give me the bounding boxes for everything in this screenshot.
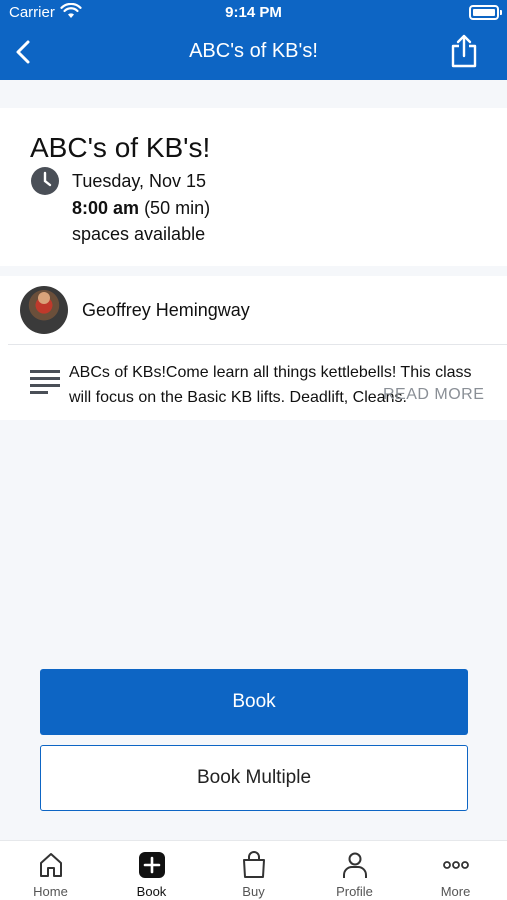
share-icon[interactable]	[449, 34, 479, 68]
battery-icon	[469, 5, 502, 20]
class-duration: (50 min)	[144, 198, 211, 218]
tab-profile-label: Profile	[336, 884, 373, 899]
tab-more-label: More	[440, 884, 471, 899]
status-time: 9:14 PM	[225, 4, 282, 21]
tab-book[interactable]: Book	[101, 841, 202, 900]
book-multiple-button[interactable]: Book Multiple	[40, 745, 468, 811]
class-name: ABC's of KB's!	[30, 132, 211, 163]
read-more-link[interactable]: READ MORE	[383, 386, 484, 404]
page-title: ABC's of KB's!	[189, 40, 318, 62]
tab-home[interactable]: Home	[0, 841, 101, 900]
tab-buy-label: Buy	[242, 884, 265, 899]
tab-book-label: Book	[136, 884, 167, 899]
shopping-bag-icon	[242, 851, 265, 878]
tab-profile[interactable]: Profile	[304, 841, 405, 900]
tab-more[interactable]: More	[405, 841, 506, 900]
plus-square-icon	[138, 852, 165, 878]
class-date: Tuesday, Nov 15	[72, 171, 207, 191]
instructor-description-card: Geoffrey Hemingway ABCs of KBs!Come lear…	[0, 276, 507, 420]
status-bar: Carrier 9:14 PM	[0, 0, 507, 26]
clock-icon	[31, 167, 59, 195]
class-time: 8:00 am (50 min)	[72, 198, 210, 219]
navigation-bar: ABC's of KB's!	[0, 26, 507, 80]
book-button[interactable]: Book	[40, 669, 468, 735]
tab-buy[interactable]: Buy	[203, 841, 304, 900]
class-start-time: 8:00 am	[72, 198, 140, 218]
instructor-name[interactable]: Geoffrey Hemingway	[82, 300, 250, 321]
tab-home-label: Home	[33, 884, 68, 899]
more-dots-icon	[442, 861, 469, 869]
tab-bar: Home Book Buy Profile More	[0, 840, 507, 900]
top-bar: Carrier 9:14 PM ABC's of KB's!	[0, 0, 507, 80]
person-icon	[342, 852, 367, 878]
class-info-card: ABC's of KB's! Tuesday, Nov 15 8:00 am (…	[0, 108, 507, 266]
class-availability: spaces available	[72, 224, 206, 244]
divider	[8, 344, 507, 345]
home-icon	[39, 853, 62, 877]
instructor-avatar[interactable]	[20, 286, 68, 334]
description-lines-icon	[30, 370, 60, 394]
